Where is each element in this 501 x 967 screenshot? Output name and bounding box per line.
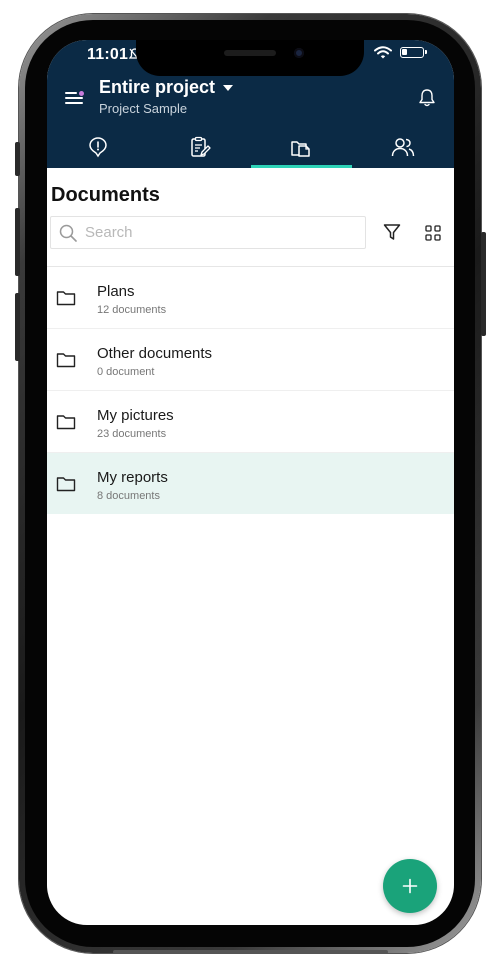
folder-count: 12 documents [97, 304, 167, 316]
folder-name: My reports [97, 469, 168, 486]
folder-name: Other documents [97, 345, 213, 362]
folder-row-selected[interactable]: My reports 8 documents [47, 453, 454, 514]
folder-name: My pictures [97, 407, 174, 424]
project-selector[interactable]: Entire project [99, 77, 234, 98]
project-subtitle: Project Sample [99, 101, 188, 116]
folder-name: Plans [97, 283, 135, 300]
tab-issues[interactable] [47, 125, 149, 168]
folder-icon [56, 291, 76, 306]
folder-list: Plans 12 documents Other documents 0 doc… [47, 267, 454, 514]
tab-contacts[interactable] [352, 125, 454, 168]
folder-icon [56, 415, 76, 430]
home-indicator [113, 950, 388, 954]
front-camera [294, 48, 304, 58]
search-box[interactable] [50, 216, 366, 249]
folder-count: 0 document [97, 366, 155, 378]
notification-dot [79, 91, 84, 96]
filter-icon[interactable] [383, 223, 401, 241]
wifi-icon [374, 46, 392, 59]
status-time: 11:01 [87, 46, 129, 63]
project-title: Entire project [99, 77, 216, 97]
tab-reports[interactable] [149, 125, 251, 168]
plus-icon [402, 878, 418, 894]
tab-bar [47, 125, 454, 168]
folder-row[interactable]: Other documents 0 document [47, 329, 454, 391]
users-icon [391, 137, 415, 156]
volume-up-button [15, 208, 20, 276]
documents-icon [291, 140, 311, 157]
add-button[interactable] [383, 859, 437, 913]
folder-count: 8 documents [97, 490, 160, 502]
grid-view-icon[interactable] [425, 225, 441, 241]
battery-icon [400, 47, 427, 58]
caret-down-icon [223, 84, 234, 91]
status-icons [374, 46, 427, 59]
page-title: Documents [51, 184, 160, 206]
mute-switch [15, 142, 20, 176]
bell-icon[interactable] [418, 88, 436, 108]
speaker-grille [224, 50, 276, 56]
folder-count: 23 documents [97, 428, 167, 440]
volume-down-button [15, 293, 20, 361]
menu-icon[interactable] [65, 91, 84, 106]
alert-circle-icon [89, 136, 107, 157]
tab-documents[interactable] [250, 125, 353, 168]
search-input[interactable] [85, 224, 325, 241]
app-screen: 11:01 Entire project Project Sample Docu… [47, 40, 454, 925]
app-header: 11:01 Entire project Project Sample [47, 40, 454, 168]
folder-row[interactable]: Plans 12 documents [47, 267, 454, 329]
camera-notch [136, 40, 364, 76]
search-icon [59, 224, 77, 242]
power-button [481, 232, 486, 336]
clipboard-edit-icon [190, 136, 211, 157]
folder-row[interactable]: My pictures 23 documents [47, 391, 454, 453]
folder-icon [56, 477, 76, 492]
folder-icon [56, 353, 76, 368]
